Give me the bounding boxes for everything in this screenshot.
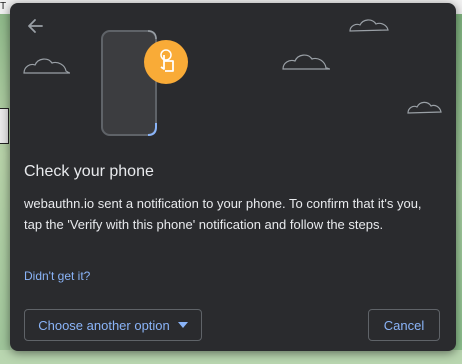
cloud-icon <box>407 101 442 114</box>
background-page-bottom <box>0 350 462 364</box>
choose-another-option-button[interactable]: Choose another option <box>24 309 202 341</box>
back-button[interactable] <box>24 15 46 37</box>
dialog-description: webauthn.io sent a notification to your … <box>24 196 422 232</box>
choose-another-option-label: Choose another option <box>38 317 170 333</box>
dialog-title: Check your phone <box>24 163 154 180</box>
cancel-button[interactable]: Cancel <box>368 309 440 341</box>
background-page-element <box>0 108 9 144</box>
check-phone-dialog: Check your phone webauthn.io sent a noti… <box>10 3 456 351</box>
cloud-icon <box>349 19 389 32</box>
didnt-get-it-link[interactable]: Didn't get it? <box>24 269 90 283</box>
background-text-fragment: T <box>0 1 7 12</box>
finger-tap-icon <box>144 40 188 84</box>
background-page-left <box>0 14 10 364</box>
cloud-icon <box>282 54 331 70</box>
arrow-left-icon <box>28 19 43 33</box>
cloud-icon <box>23 58 71 74</box>
phone-illustration <box>23 19 442 136</box>
phone-icon <box>101 30 157 136</box>
caret-down-icon <box>177 322 188 328</box>
